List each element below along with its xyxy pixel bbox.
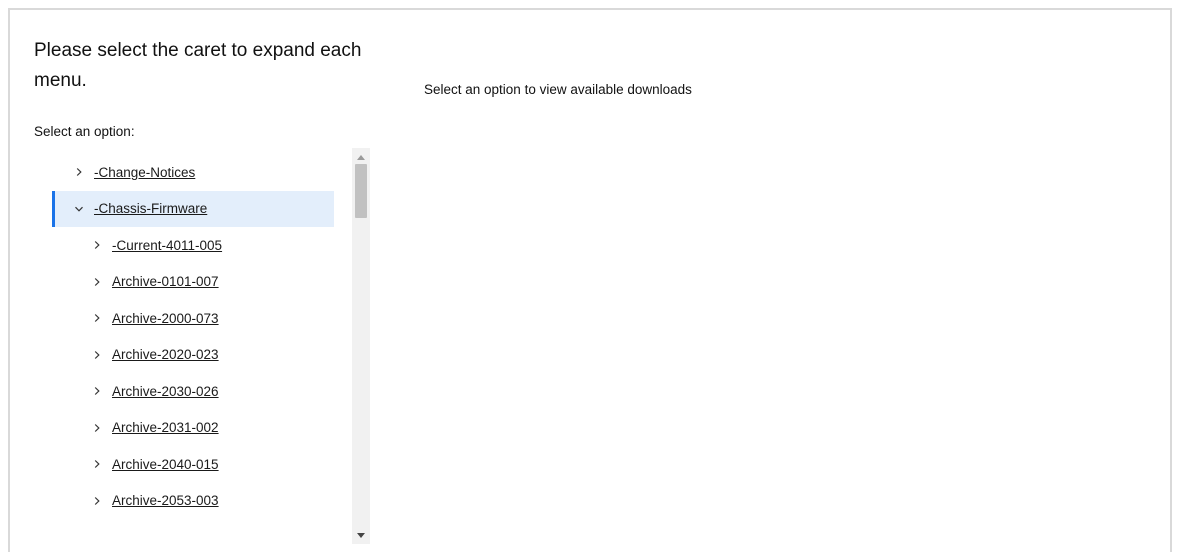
chevron-right-icon[interactable] bbox=[88, 277, 106, 287]
chevron-right-icon[interactable] bbox=[88, 386, 106, 396]
tree-item-link[interactable]: -Chassis-Firmware bbox=[94, 201, 207, 216]
tree-item-link[interactable]: Archive-2040-015 bbox=[112, 457, 219, 472]
page-heading: Please select the caret to expand each m… bbox=[34, 40, 362, 91]
tree-item-link[interactable]: Archive-0101-007 bbox=[112, 274, 219, 289]
scroll-up-arrow-icon[interactable] bbox=[352, 150, 370, 164]
chevron-down-icon[interactable] bbox=[70, 204, 88, 214]
tree-item-link[interactable]: Archive-2031-002 bbox=[112, 420, 219, 435]
tree-scrollbar[interactable] bbox=[352, 148, 370, 544]
chevron-right-icon[interactable] bbox=[88, 459, 106, 469]
tree-item-link[interactable]: Archive-2020-023 bbox=[112, 347, 219, 362]
chevron-right-icon[interactable] bbox=[70, 167, 88, 177]
tree-item-link[interactable]: Archive-2053-003 bbox=[112, 493, 219, 508]
chevron-right-icon[interactable] bbox=[88, 350, 106, 360]
tree-item-link[interactable]: -Current-4011-005 bbox=[112, 238, 222, 253]
tree-item[interactable]: Archive-2000-073 bbox=[52, 300, 334, 336]
chevron-right-icon[interactable] bbox=[88, 313, 106, 323]
chevron-right-icon[interactable] bbox=[88, 423, 106, 433]
tree-item-link[interactable]: -Change-Notices bbox=[94, 165, 195, 180]
downloads-panel: Please select the caret to expand each m… bbox=[8, 8, 1172, 552]
chevron-right-icon[interactable] bbox=[88, 240, 106, 250]
select-option-label: Select an option: bbox=[34, 124, 135, 139]
downloads-message: Select an option to view available downl… bbox=[424, 82, 692, 97]
tree-item[interactable]: Archive-2030-026 bbox=[52, 373, 334, 409]
tree-item[interactable]: Archive-2040-015 bbox=[52, 446, 334, 482]
chevron-right-icon[interactable] bbox=[88, 496, 106, 506]
tree-item-link[interactable]: Archive-2000-073 bbox=[112, 311, 219, 326]
tree-item[interactable]: -Change-Notices bbox=[52, 154, 334, 190]
scrollbar-thumb[interactable] bbox=[355, 164, 367, 218]
scroll-down-arrow-icon[interactable] bbox=[352, 528, 370, 542]
tree-item[interactable]: Archive-2031-002 bbox=[52, 410, 334, 446]
tree-item[interactable]: Archive-0101-007 bbox=[52, 264, 334, 300]
tree-item[interactable]: -Current-4011-005 bbox=[52, 227, 334, 263]
tree-item-link[interactable]: Archive-2030-026 bbox=[112, 384, 219, 399]
tree-item[interactable]: -Chassis-Firmware bbox=[52, 190, 334, 227]
tree-item[interactable]: Archive-2020-023 bbox=[52, 337, 334, 373]
option-tree: -Change-Notices -Chassis-Firmware -Current… bbox=[34, 148, 374, 544]
tree-item[interactable]: Archive-2053-003 bbox=[52, 483, 334, 519]
